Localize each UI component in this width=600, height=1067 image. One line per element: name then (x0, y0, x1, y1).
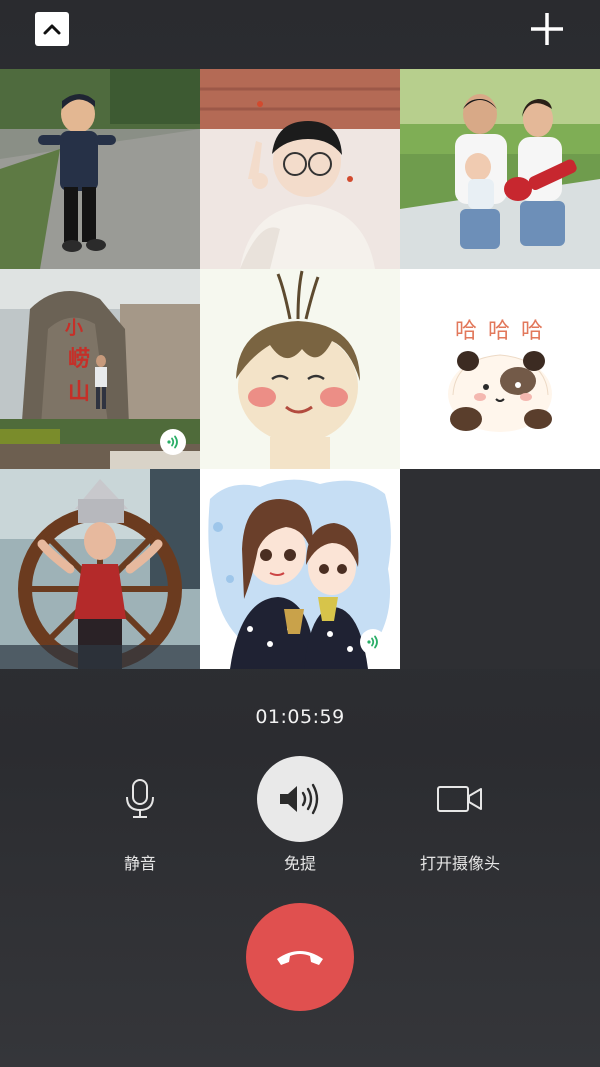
participant-tile[interactable] (200, 469, 400, 669)
mute-label: 静音 (123, 854, 156, 873)
empty-slot (400, 469, 600, 669)
cartoon-girl-avatar (200, 269, 400, 469)
child-photo (0, 69, 200, 269)
participant-grid: 小 崂 山 哈 哈 哈 (0, 69, 600, 669)
plus-icon (531, 13, 563, 45)
sound-wave-icon (367, 635, 378, 649)
minimize-button[interactable] (35, 12, 69, 46)
family-photo (400, 69, 600, 269)
participant-tile[interactable] (200, 69, 400, 269)
camera-label: 打开摄像头 (419, 854, 500, 873)
svg-text:崂: 崂 (68, 346, 90, 372)
participant-tile[interactable] (0, 69, 200, 269)
speaking-indicator (360, 629, 386, 655)
add-member-button[interactable] (528, 10, 566, 48)
participant-tile[interactable] (0, 469, 200, 669)
participant-tile[interactable]: 哈 哈 哈 (400, 269, 600, 469)
participant-tile[interactable] (400, 69, 600, 269)
participant-tile[interactable]: 小 崂 山 (0, 269, 200, 469)
chevron-up-icon (43, 24, 61, 35)
boy-glasses-photo (200, 69, 400, 269)
speaker-control[interactable]: 免提 (220, 756, 380, 876)
microphone-icon (126, 779, 154, 818)
svg-text:小: 小 (65, 318, 83, 339)
speaker-icon (280, 783, 319, 815)
panda-sticker-avatar (400, 269, 600, 469)
sticker-caption: 哈 哈 哈 (455, 319, 545, 344)
sound-wave-icon (167, 435, 178, 449)
mute-button[interactable] (97, 756, 183, 842)
video-camera-icon (437, 786, 482, 812)
svg-text:山: 山 (68, 380, 90, 405)
dancer-photo (0, 469, 200, 669)
camera-button[interactable] (417, 756, 503, 842)
participant-tile[interactable] (200, 269, 400, 469)
speaker-button[interactable] (257, 756, 343, 842)
mute-control[interactable]: 静音 (60, 756, 220, 876)
top-bar (0, 0, 600, 68)
hangup-button[interactable] (246, 903, 354, 1011)
call-duration: 01:05:59 (255, 706, 345, 728)
speaker-label: 免提 (283, 854, 316, 873)
hangup-phone-icon (277, 951, 323, 965)
speaking-indicator (160, 429, 186, 455)
camera-control[interactable]: 打开摄像头 (380, 756, 540, 876)
